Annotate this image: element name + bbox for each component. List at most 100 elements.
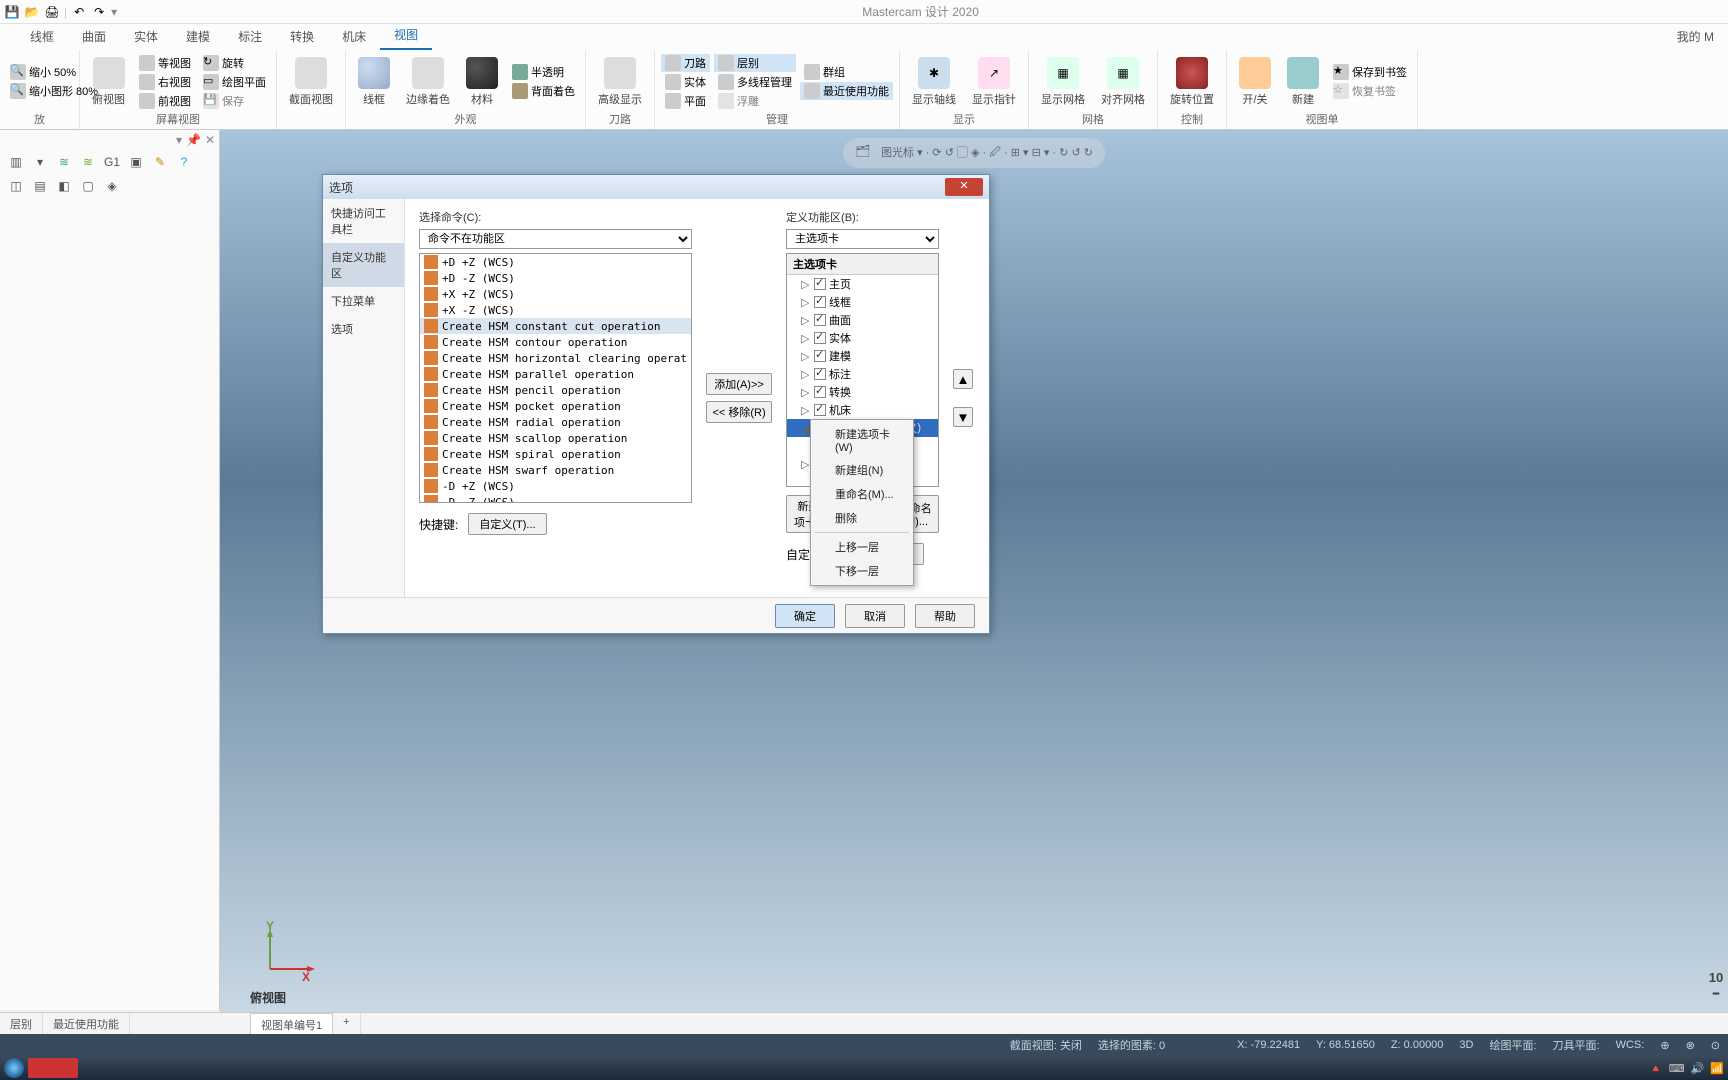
tab-view[interactable]: 视图	[380, 21, 432, 50]
adv-display-btn[interactable]: 高级显示	[592, 55, 648, 109]
sb-plane[interactable]: 绘图平面:	[1489, 1037, 1536, 1053]
front-view-button[interactable]: 前视图	[135, 92, 195, 110]
ct-icon[interactable]: 🗂	[855, 144, 873, 162]
layer-btn[interactable]: 层别	[714, 54, 796, 72]
edge-shade-btn[interactable]: 边缘着色	[400, 55, 456, 109]
section-view-button[interactable]: 截面视图	[283, 55, 339, 109]
undo-icon[interactable]: ↶	[71, 4, 87, 20]
save-view-button[interactable]: 💾保存	[199, 92, 270, 110]
side-qat[interactable]: 快捷访问工具栏	[323, 199, 404, 243]
cm-rename[interactable]: 重命名(M)...	[811, 482, 913, 506]
restore-bookmark-btn[interactable]: ☆恢复书签	[1329, 82, 1411, 100]
tb2-c-icon[interactable]: ◧	[54, 176, 74, 196]
customize-button[interactable]: 自定义(T)...	[468, 513, 546, 535]
tree-item[interactable]: ▷转换	[787, 383, 938, 401]
tb-dd-icon[interactable]: ▾	[30, 152, 50, 172]
btab-add[interactable]: +	[333, 1013, 360, 1034]
toolpath-btn[interactable]: 刀路	[661, 54, 710, 72]
tab-annotate[interactable]: 标注	[224, 23, 276, 50]
command-item[interactable]: Create HSM contour operation	[420, 334, 691, 350]
command-item[interactable]: Create HSM pencil operation	[420, 382, 691, 398]
dialog-close-button[interactable]: ✕	[945, 178, 983, 196]
group-btn[interactable]: 群组	[800, 63, 893, 81]
plane2-btn[interactable]: 平面	[661, 92, 710, 110]
cm-move-up[interactable]: 上移一层	[811, 535, 913, 559]
open-icon[interactable]: 📂	[24, 4, 40, 20]
command-item[interactable]: Create HSM constant cut operation	[420, 318, 691, 334]
recent-btn[interactable]: 最近使用功能	[800, 82, 893, 100]
tab-model[interactable]: 建模	[172, 23, 224, 50]
tray-sig-icon[interactable]: 📶	[1710, 1062, 1724, 1075]
command-item[interactable]: Create HSM pocket operation	[420, 398, 691, 414]
sb-toolplane[interactable]: 刀具平面:	[1553, 1037, 1600, 1053]
tree-item[interactable]: ▷建模	[787, 347, 938, 365]
command-item[interactable]: +D -Z (WCS)	[420, 270, 691, 286]
multithread-btn[interactable]: 多线程管理	[714, 73, 796, 91]
rotate-button[interactable]: ↻旋转	[199, 54, 270, 72]
cm-delete[interactable]: 删除	[811, 506, 913, 530]
material-btn[interactable]: 材料	[460, 55, 504, 109]
tree-item[interactable]: ▷曲面	[787, 311, 938, 329]
solid-btn[interactable]: 实体	[661, 73, 710, 91]
command-item[interactable]: -D -Z (WCS)	[420, 494, 691, 503]
iso-view-button[interactable]: 等视图	[135, 54, 195, 72]
back-color-btn[interactable]: 背面着色	[508, 82, 579, 100]
tb2-e-icon[interactable]: ◈	[102, 176, 122, 196]
dialog-title-bar[interactable]: 选项 ✕	[323, 175, 989, 199]
taskbar-app-mc[interactable]	[28, 1058, 78, 1078]
semi-trans-btn[interactable]: 半透明	[508, 63, 579, 81]
tree-item[interactable]: ▷实体	[787, 329, 938, 347]
redo-icon[interactable]: ↷	[91, 4, 107, 20]
show-grid-btn[interactable]: ▦显示网格	[1035, 55, 1091, 109]
snap-grid-btn[interactable]: ▦对齐网格	[1095, 55, 1151, 109]
cancel-button[interactable]: 取消	[845, 604, 905, 628]
sb-wcs[interactable]: WCS:	[1616, 1039, 1645, 1051]
save-icon[interactable]: 💾	[4, 4, 20, 20]
tb-pen-icon[interactable]: ✎	[150, 152, 170, 172]
tb-g3-icon[interactable]: G1	[102, 152, 122, 172]
tab-solid[interactable]: 实体	[120, 23, 172, 50]
command-item[interactable]: Create HSM scallop operation	[420, 430, 691, 446]
show-pointer-btn[interactable]: ↗显示指针	[966, 55, 1022, 109]
side-dropdown[interactable]: 下拉菜单	[323, 287, 404, 315]
tb-g1-icon[interactable]: ≋	[54, 152, 74, 172]
command-item[interactable]: Create HSM spiral operation	[420, 446, 691, 462]
command-item[interactable]: Create HSM parallel operation	[420, 366, 691, 382]
rotate-pos-btn[interactable]: 旋转位置	[1164, 55, 1220, 109]
tray-vol-icon[interactable]: 🔊	[1691, 1062, 1705, 1075]
on-off-btn[interactable]: 开/关	[1233, 55, 1277, 109]
pin-icon[interactable]: ▾	[176, 133, 182, 147]
command-item[interactable]: +X -Z (WCS)	[420, 302, 691, 318]
start-button[interactable]	[4, 1058, 24, 1078]
show-axis-btn[interactable]: ✱显示轴线	[906, 55, 962, 109]
command-item[interactable]: +X +Z (WCS)	[420, 286, 691, 302]
wireframe-btn[interactable]: 线框	[352, 55, 396, 109]
btab-view1[interactable]: 视图单编号1	[250, 1013, 333, 1034]
relief-btn[interactable]: 浮雕	[714, 92, 796, 110]
tree-item[interactable]: ▷机床	[787, 401, 938, 419]
print-icon[interactable]: 🖨	[44, 4, 60, 20]
command-item[interactable]: Create HSM horizontal clearing operat	[420, 350, 691, 366]
cm-move-down[interactable]: 下移一层	[811, 559, 913, 583]
new-view-btn[interactable]: 新建	[1281, 55, 1325, 109]
tray-lang-icon[interactable]: ⌨	[1669, 1062, 1685, 1075]
side-custom-ribbon[interactable]: 自定义功能区	[323, 243, 404, 287]
my-m-label[interactable]: 我的 M	[1663, 23, 1728, 50]
cm-new-group[interactable]: 新建组(N)	[811, 458, 913, 482]
sb-mode[interactable]: 3D	[1459, 1039, 1473, 1051]
ok-button[interactable]: 确定	[775, 604, 835, 628]
btab-recent[interactable]: 最近使用功能	[43, 1013, 130, 1034]
command-filter-combo[interactable]: 命令不在功能区	[419, 229, 692, 249]
top-view-button[interactable]: 俯视图	[86, 55, 131, 109]
help-button[interactable]: 帮助	[915, 604, 975, 628]
command-item[interactable]: Create HSM radial operation	[420, 414, 691, 430]
sb-i2-icon[interactable]: ⊗	[1686, 1039, 1695, 1052]
tb-new-icon[interactable]: ▥	[6, 152, 26, 172]
sb-i3-icon[interactable]: ⊙	[1711, 1039, 1720, 1052]
sb-i1-icon[interactable]: ⊕	[1660, 1039, 1669, 1052]
command-item[interactable]: Create HSM swarf operation	[420, 462, 691, 478]
tab-wireframe[interactable]: 线框	[16, 23, 68, 50]
tb-g2-icon[interactable]: ≋	[78, 152, 98, 172]
tb-help-icon[interactable]: ?	[174, 152, 194, 172]
tb2-b-icon[interactable]: ▤	[30, 176, 50, 196]
